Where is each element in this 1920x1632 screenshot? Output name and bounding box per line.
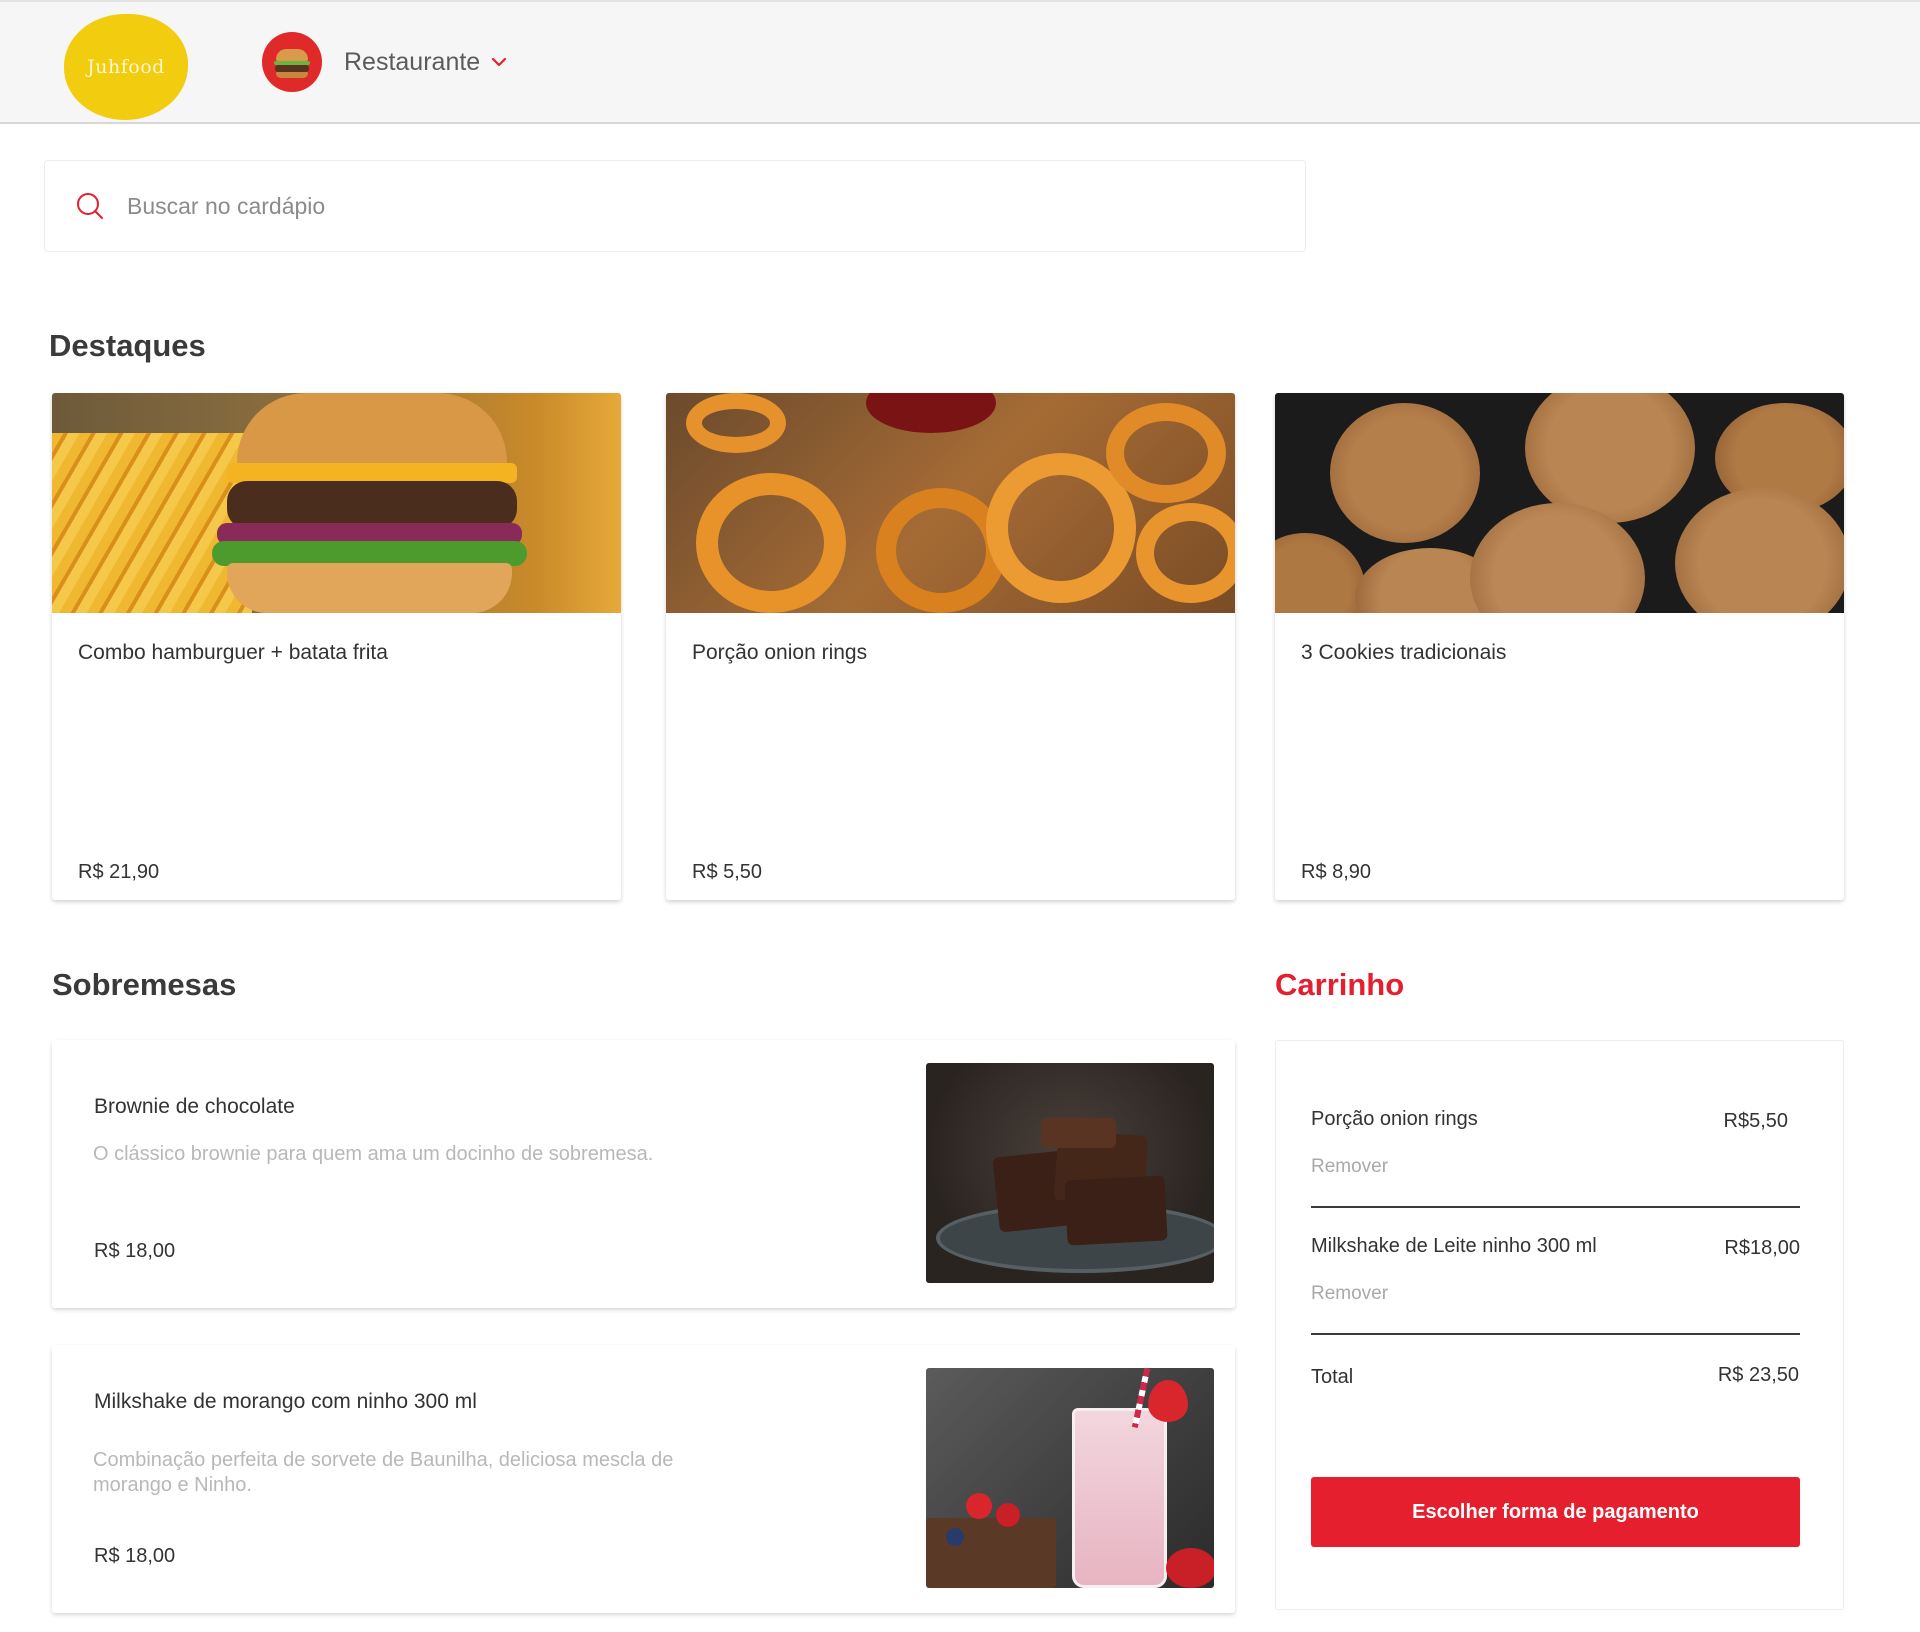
remove-item-button[interactable]: Remover: [1311, 1156, 1388, 1178]
cart-item-name: Porção onion rings: [1311, 1108, 1478, 1130]
menu-search-bar[interactable]: [44, 160, 1306, 252]
cart-total-value: R$ 23,50: [1717, 1364, 1799, 1386]
brownie-image: [926, 1063, 1214, 1283]
cart-item: Porção onion rings R$5,50 Remover: [1311, 1086, 1800, 1208]
featured-card[interactable]: Porção onion rings R$ 5,50: [666, 393, 1235, 900]
featured-item-name: Combo hamburguer + batata frita: [78, 641, 388, 664]
desserts-section-title: Sobremesas: [52, 967, 237, 1002]
cart-item: Milkshake de Leite ninho 300 ml R$18,00 …: [1311, 1213, 1800, 1335]
featured-item-price: R$ 21,90: [78, 861, 160, 883]
featured-section-title: Destaques: [49, 328, 206, 363]
brand-logo-text: Juhfood: [87, 56, 165, 78]
cart-total-label: Total: [1311, 1366, 1354, 1388]
featured-card[interactable]: 3 Cookies tradicionais R$ 8,90: [1275, 393, 1844, 900]
milkshake-image: [926, 1368, 1214, 1588]
featured-item-price: R$ 8,90: [1301, 861, 1372, 883]
top-header: Juhfood Restaurante: [0, 0, 1920, 124]
dessert-item-name: Brownie de chocolate: [94, 1095, 295, 1118]
cart-item-price: R$5,50: [1723, 1110, 1789, 1132]
cart-item-price: R$18,00: [1724, 1237, 1800, 1259]
cart-panel: Porção onion rings R$5,50 Remover Milksh…: [1275, 1040, 1844, 1610]
restaurant-selector[interactable]: Restaurante: [262, 32, 508, 92]
dessert-item-description: Combinação perfeita de sorvete de Baunil…: [93, 1449, 674, 1496]
featured-item-name: Porção onion rings: [692, 641, 868, 664]
featured-item-price: R$ 5,50: [692, 861, 763, 883]
dessert-item-description: O clássico brownie para quem ama um doci…: [93, 1143, 654, 1165]
dessert-card[interactable]: Milkshake de morango com ninho 300 ml Co…: [52, 1345, 1235, 1613]
chevron-down-icon: [492, 57, 507, 67]
restaurant-avatar: [262, 32, 322, 92]
cart-title: Carrinho: [1275, 967, 1405, 1002]
dessert-card[interactable]: Brownie de chocolate O clássico brownie …: [52, 1040, 1235, 1308]
search-input[interactable]: [127, 192, 1227, 220]
burger-combo-image: [52, 393, 621, 613]
featured-item-name: 3 Cookies tradicionais: [1301, 641, 1507, 664]
restaurant-label: Restaurante: [344, 47, 481, 76]
featured-card[interactable]: Combo hamburguer + batata frita R$ 21,90: [52, 393, 621, 900]
cart-item-name: Milkshake de Leite ninho 300 ml: [1311, 1235, 1597, 1257]
dessert-item-price: R$ 18,00: [94, 1240, 176, 1262]
search-icon: [77, 193, 103, 219]
remove-item-button[interactable]: Remover: [1311, 1283, 1388, 1305]
cookies-image: [1275, 393, 1844, 613]
dessert-item-price: R$ 18,00: [94, 1545, 176, 1567]
brand-logo[interactable]: Juhfood: [64, 14, 188, 120]
choose-payment-button[interactable]: Escolher forma de pagamento: [1311, 1477, 1800, 1547]
onion-rings-image: [666, 393, 1235, 613]
dessert-item-name: Milkshake de morango com ninho 300 ml: [94, 1390, 477, 1413]
